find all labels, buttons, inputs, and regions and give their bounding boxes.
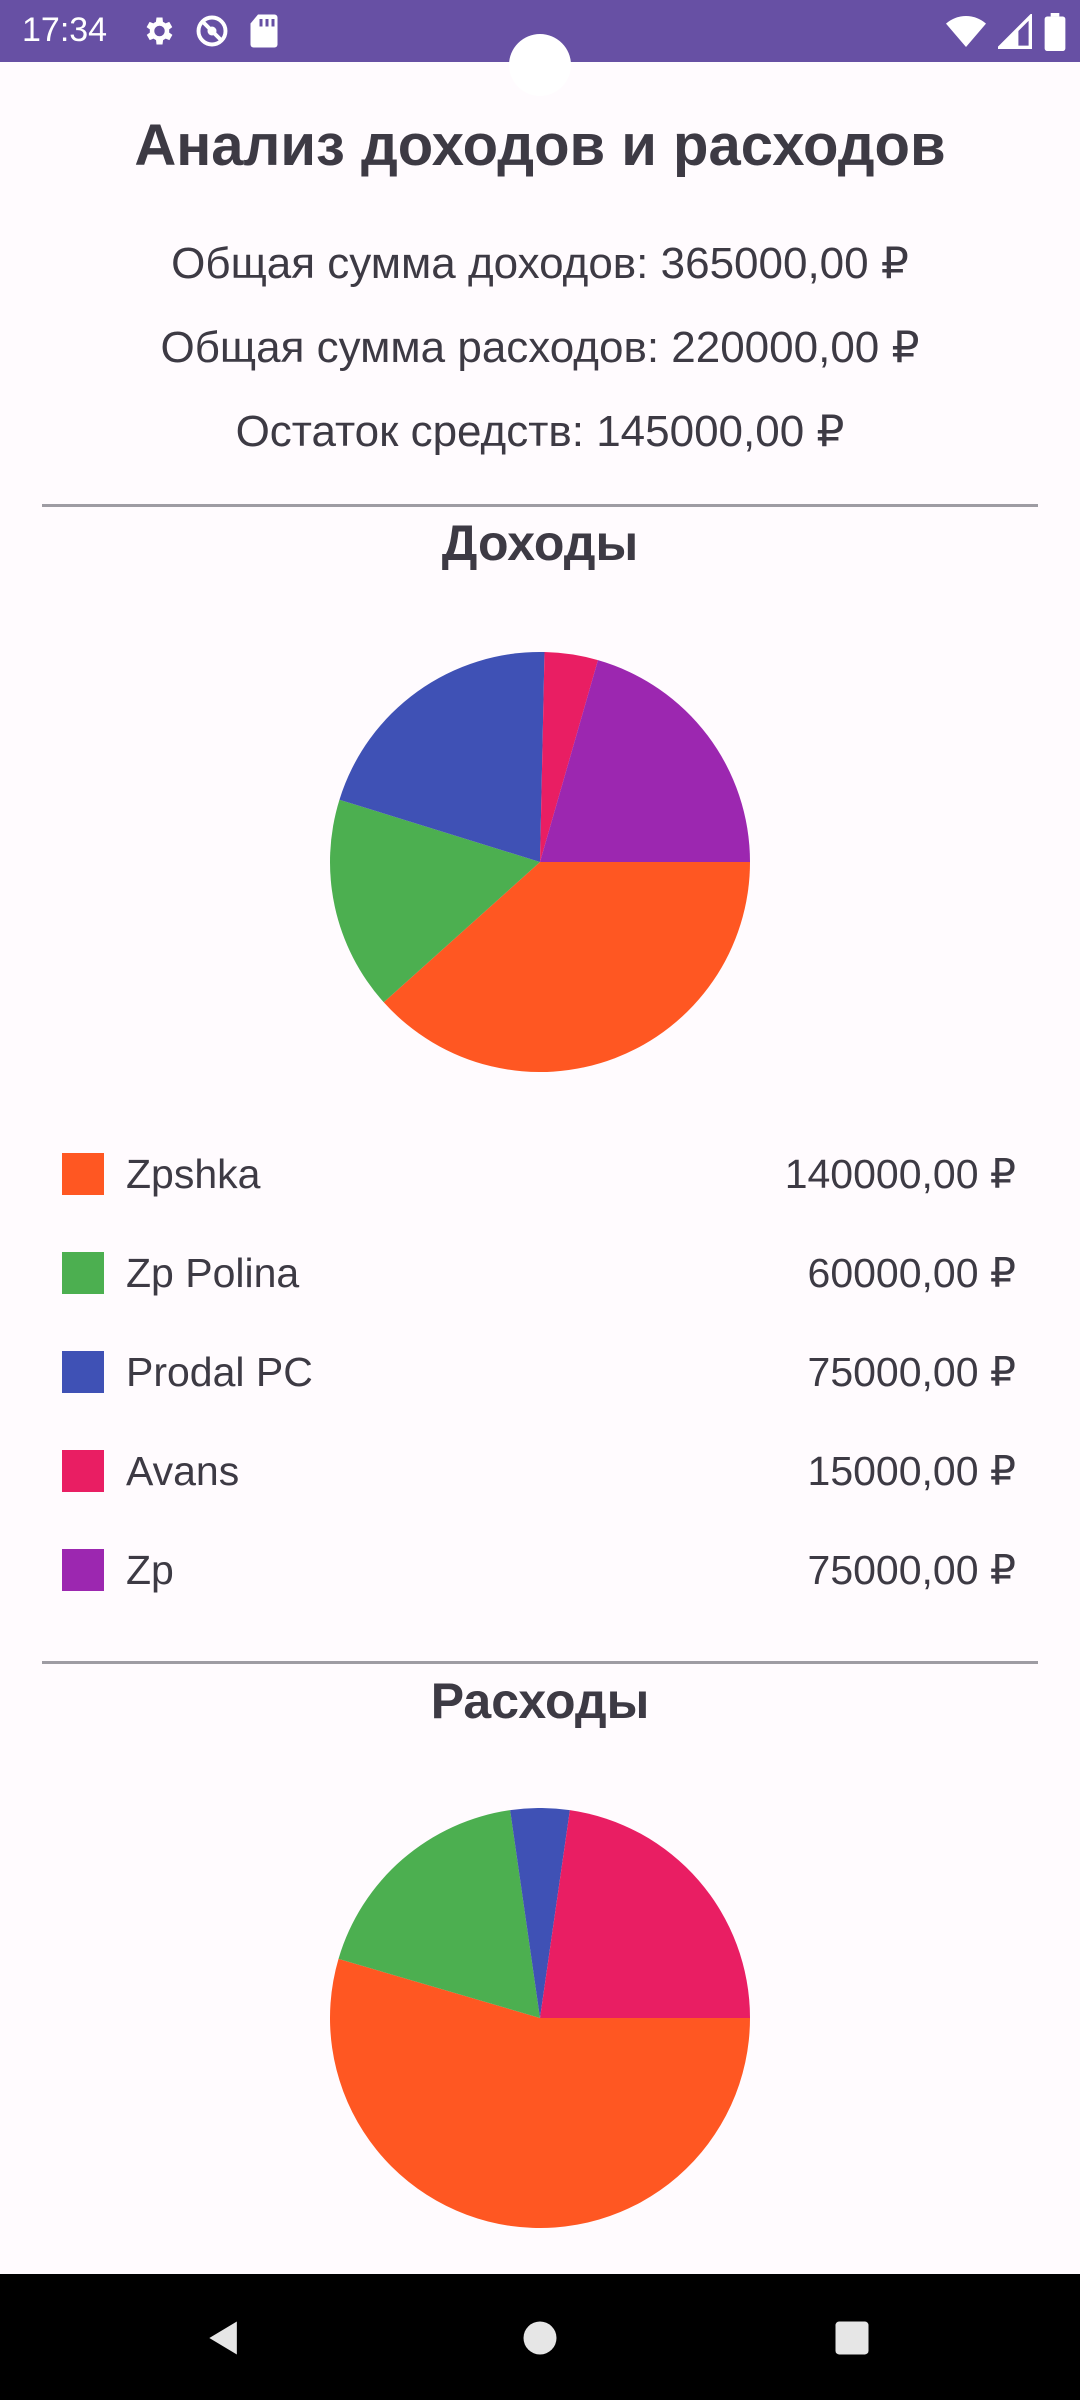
recents-icon[interactable] xyxy=(824,2310,880,2366)
legend-label: Avans xyxy=(126,1448,240,1494)
legend-amount: 140000,00 ₽ xyxy=(784,1151,1016,1197)
legend-item: Zpshka 140000,00 ₽ xyxy=(62,1144,1016,1204)
home-icon[interactable] xyxy=(512,2310,568,2366)
wifi-icon xyxy=(946,14,986,50)
page-title: Анализ доходов и расходов xyxy=(134,113,946,178)
expenses-section-title: Расходы xyxy=(430,1673,650,1729)
legend-label: Zpshka xyxy=(126,1151,261,1197)
status-icons-right xyxy=(946,13,1066,51)
gear-icon xyxy=(140,13,176,49)
income-section-title: Доходы xyxy=(441,515,639,571)
status-icons-left xyxy=(140,13,280,49)
navigation-bar xyxy=(0,2274,1080,2400)
divider xyxy=(42,504,1038,507)
legend-amount: 15000,00 ₽ xyxy=(807,1448,1016,1494)
total-expense-text: Общая сумма расходов: 220000,00 ₽ xyxy=(160,323,920,372)
signal-icon xyxy=(998,14,1032,50)
legend-amount: 60000,00 ₽ xyxy=(807,1250,1016,1296)
do-not-disturb-icon xyxy=(194,13,230,49)
battery-icon xyxy=(1044,13,1066,51)
total-income-text: Общая сумма доходов: 365000,00 ₽ xyxy=(171,239,909,288)
legend-swatch xyxy=(62,1351,104,1393)
divider xyxy=(42,1661,1038,1664)
legend-swatch xyxy=(62,1549,104,1591)
sd-card-icon xyxy=(248,13,280,49)
legend-swatch xyxy=(62,1252,104,1294)
legend-swatch xyxy=(62,1450,104,1492)
back-icon[interactable] xyxy=(196,2310,252,2366)
legend-item: Avans 15000,00 ₽ xyxy=(62,1441,1016,1501)
balance-text: Остаток средств: 145000,00 ₽ xyxy=(235,407,845,456)
legend-label: Prodal PC xyxy=(126,1349,313,1395)
legend-item: Zp Polina 60000,00 ₽ xyxy=(62,1243,1016,1303)
expenses-pie-chart xyxy=(330,1808,750,2228)
analysis-screen[interactable]: Анализ доходов и расходов Общая сумма до… xyxy=(0,62,1080,2274)
income-pie-chart xyxy=(330,652,750,1072)
legend-swatch xyxy=(62,1153,104,1195)
legend-item: Zp 75000,00 ₽ xyxy=(62,1540,1016,1600)
legend-amount: 75000,00 ₽ xyxy=(807,1547,1016,1593)
legend-item: Prodal PC 75000,00 ₽ xyxy=(62,1342,1016,1402)
status-time: 17:34 xyxy=(22,11,108,49)
legend-amount: 75000,00 ₽ xyxy=(807,1349,1016,1395)
legend-label: Zp xyxy=(126,1547,174,1593)
pie-slice-4 xyxy=(540,1810,750,2018)
legend-label: Zp Polina xyxy=(126,1250,300,1296)
